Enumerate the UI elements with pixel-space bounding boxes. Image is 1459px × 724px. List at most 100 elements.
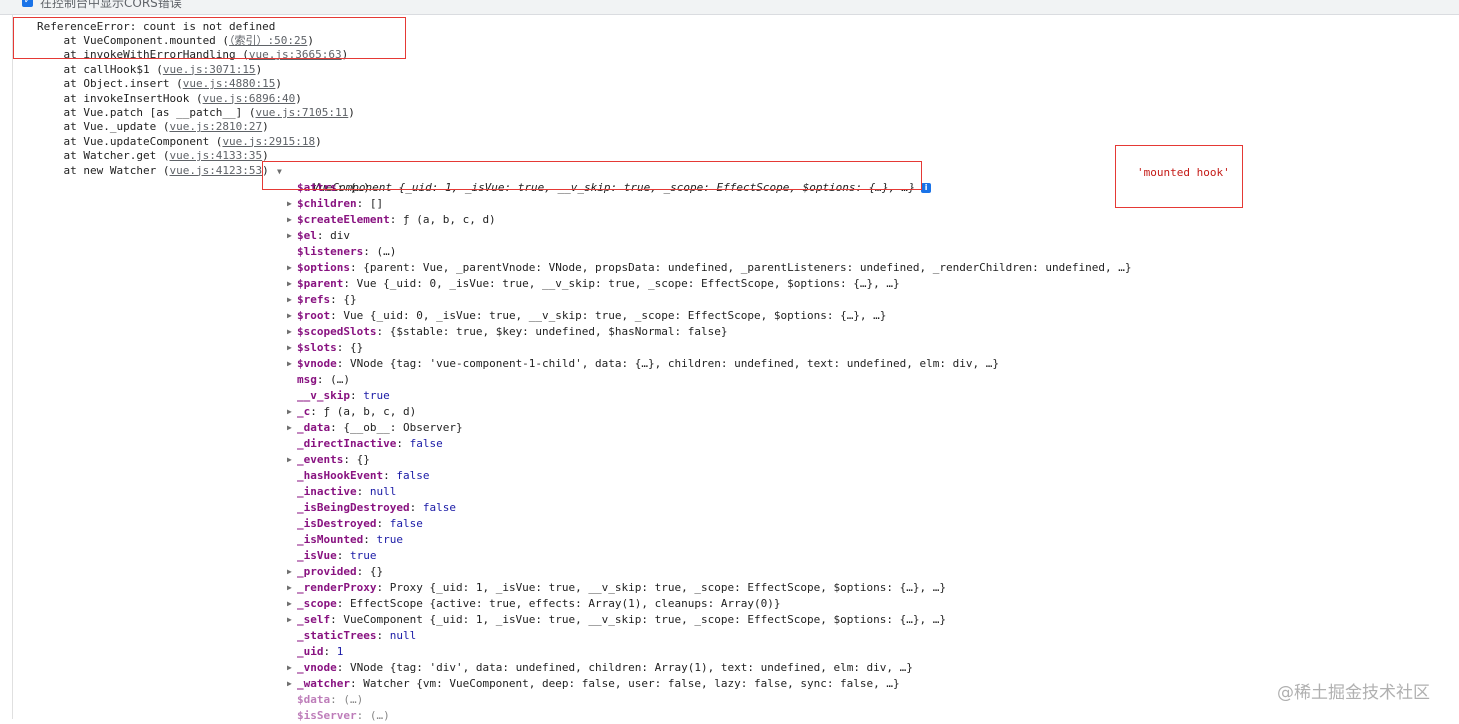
expand-arrow-right-icon[interactable]: ▶ xyxy=(287,580,297,596)
object-tree: ▼ VueComponent {_uid: 1, _isVue: true, __… xyxy=(277,164,1131,724)
property-row[interactable]: ▶ _c: ƒ (a, b, c, d) xyxy=(287,404,1131,420)
property-row[interactable]: ▶ $refs: {} xyxy=(287,292,1131,308)
property-separator: : xyxy=(316,373,331,386)
property-key: _scope xyxy=(297,597,337,610)
property-row[interactable]: ▶ _provided: {} xyxy=(287,564,1131,580)
stack-frame: at callHook$1 (vue.js:3071:15) xyxy=(37,63,262,77)
expand-arrow-right-icon[interactable]: ▶ xyxy=(287,676,297,692)
property-row[interactable]: ▶ _renderProxy: Proxy {_uid: 1, _isVue: t… xyxy=(287,580,1131,596)
console-gutter-line xyxy=(12,15,13,719)
expand-arrow-right-icon[interactable]: ▶ xyxy=(287,324,297,340)
property-row[interactable]: ▶ _watcher: Watcher {vm: VueComponent, de… xyxy=(287,676,1131,692)
property-value: ƒ (a, b, c, d) xyxy=(323,405,417,418)
property-row[interactable]: ▶ _data: {__ob__: Observer} xyxy=(287,420,1131,436)
property-key: $vnode xyxy=(297,357,337,370)
source-link[interactable]: vue.js:4880:15 xyxy=(183,77,276,90)
property-separator: : xyxy=(376,517,390,530)
stack-frame-text: at callHook$1 ( xyxy=(37,62,163,76)
property-key: $root xyxy=(297,309,331,322)
property-value: false xyxy=(422,501,456,514)
property-row[interactable]: ▶ _events: {} xyxy=(287,452,1131,468)
property-row[interactable]: ▶ $root: Vue {_uid: 0, _isVue: true, __v_… xyxy=(287,308,1131,324)
annotation-box-error xyxy=(13,17,406,59)
property-row: _isMounted: true xyxy=(287,532,1131,548)
property-value[interactable]: (…) xyxy=(343,693,363,706)
property-key: $refs xyxy=(297,293,331,306)
property-separator: : xyxy=(396,437,410,450)
property-value: {} xyxy=(343,293,357,306)
property-row: _staticTrees: null xyxy=(287,628,1131,644)
property-row: _hasHookEvent: false xyxy=(287,468,1131,484)
expand-arrow-right-icon[interactable]: ▶ xyxy=(287,420,297,436)
expand-arrow-right-icon[interactable]: ▶ xyxy=(287,260,297,276)
property-row[interactable]: ▶ _vnode: VNode {tag: 'div', data: undefi… xyxy=(287,660,1131,676)
expand-arrow-right-icon[interactable]: ▶ xyxy=(287,452,297,468)
expand-arrow-right-icon[interactable]: ▶ xyxy=(287,308,297,324)
property-key: $children xyxy=(297,197,357,210)
property-value[interactable]: (…) xyxy=(330,373,350,386)
property-row[interactable]: ▶ _self: VueComponent {_uid: 1, _isVue: t… xyxy=(287,612,1131,628)
property-row[interactable]: ▶ $scopedSlots: {$stable: true, $key: und… xyxy=(287,324,1131,340)
property-row[interactable]: ▶ $vnode: VNode {tag: 'vue-component-1-ch… xyxy=(287,356,1131,372)
stack-frame-end: ) xyxy=(295,91,302,105)
property-value: {} xyxy=(369,565,384,578)
property-separator: : xyxy=(356,485,370,498)
property-separator: : xyxy=(349,389,364,402)
stack-frame-end: ) xyxy=(255,62,263,76)
property-key: $isServer xyxy=(297,709,357,722)
property-value: {$stable: true, $key: undefined, $hasNor… xyxy=(389,325,728,338)
stack-frame-text: at invokeInsertHook ( xyxy=(37,91,203,105)
property-row[interactable]: ▶ $options: {parent: Vue, _parentVnode: V… xyxy=(287,260,1131,276)
property-value: VNode {tag: 'vue-component-1-child', dat… xyxy=(350,357,1000,370)
expand-arrow-right-icon[interactable]: ▶ xyxy=(287,564,297,580)
property-row[interactable]: ▶ $children: [] xyxy=(287,196,1131,212)
stack-frame-end: ) xyxy=(275,77,283,91)
property-key: _events xyxy=(297,453,344,466)
expand-arrow-right-icon[interactable]: ▶ xyxy=(287,340,297,356)
property-separator: : xyxy=(336,597,350,610)
property-row[interactable]: ▶ $slots: {} xyxy=(287,340,1131,356)
property-row[interactable]: ▶ _scope: EffectScope {active: true, effe… xyxy=(287,596,1131,612)
expand-arrow-right-icon[interactable]: ▶ xyxy=(287,276,297,292)
property-value[interactable]: (…) xyxy=(370,709,390,722)
annotation-box-object xyxy=(262,161,922,190)
property-value: [] xyxy=(369,197,384,210)
property-separator: : xyxy=(376,581,390,594)
expand-arrow-right-icon[interactable]: ▶ xyxy=(287,196,297,212)
expand-arrow-right-icon[interactable]: ▶ xyxy=(287,596,297,612)
source-link[interactable]: vue.js:2810:27 xyxy=(169,120,262,133)
expand-arrow-right-icon[interactable]: ▶ xyxy=(287,612,297,628)
expand-arrow-right-icon[interactable]: ▶ xyxy=(287,356,297,372)
property-separator: : xyxy=(383,469,397,482)
property-row[interactable]: ▶ $parent: Vue {_uid: 0, _isVue: true, __… xyxy=(287,276,1131,292)
source-link[interactable]: vue.js:7105:11 xyxy=(256,106,349,119)
property-value: VNode {tag: 'div', data: undefined, chil… xyxy=(350,661,913,674)
log-string-output: 'mounted hook' xyxy=(1137,166,1230,179)
property-row: $data: (…) xyxy=(287,692,1131,708)
property-row[interactable]: ▶ $el: div xyxy=(287,228,1131,244)
stack-frame-text: at new Watcher ( xyxy=(37,163,170,177)
expand-arrow-right-icon[interactable]: ▶ xyxy=(287,292,297,308)
property-key: _inactive xyxy=(297,485,357,498)
expand-arrow-right-icon[interactable]: ▶ xyxy=(287,660,297,676)
property-key: _self xyxy=(297,613,331,626)
source-link[interactable]: vue.js:4133:35 xyxy=(169,149,262,162)
expand-arrow-right-icon[interactable]: ▶ xyxy=(287,404,297,420)
property-row[interactable]: ▶ $createElement: ƒ (a, b, c, d) xyxy=(287,212,1131,228)
property-value: false xyxy=(409,437,443,450)
property-key: $listeners xyxy=(297,245,364,258)
property-separator: : xyxy=(409,501,423,514)
property-value: {__ob__: Observer} xyxy=(343,421,463,434)
source-link[interactable]: vue.js:3071:15 xyxy=(163,63,256,76)
stack-frame: at Vue.updateComponent (vue.js:2915:18) xyxy=(37,135,321,149)
cors-checkbox[interactable]: ✓ xyxy=(22,0,33,7)
source-link[interactable]: vue.js:4123:53 xyxy=(169,164,262,177)
expand-arrow-right-icon[interactable]: ▶ xyxy=(287,212,297,228)
stack-frame: at Vue._update (vue.js:2810:27) xyxy=(37,120,268,134)
source-link[interactable]: vue.js:2915:18 xyxy=(222,135,315,148)
stack-frame-text: at Vue._update ( xyxy=(37,120,170,134)
property-value[interactable]: (…) xyxy=(376,245,396,258)
expand-arrow-right-icon[interactable]: ▶ xyxy=(287,228,297,244)
source-link[interactable]: vue.js:6896:40 xyxy=(203,92,296,105)
stack-frame: at Vue.patch [as __patch__] (vue.js:7105… xyxy=(37,106,354,120)
